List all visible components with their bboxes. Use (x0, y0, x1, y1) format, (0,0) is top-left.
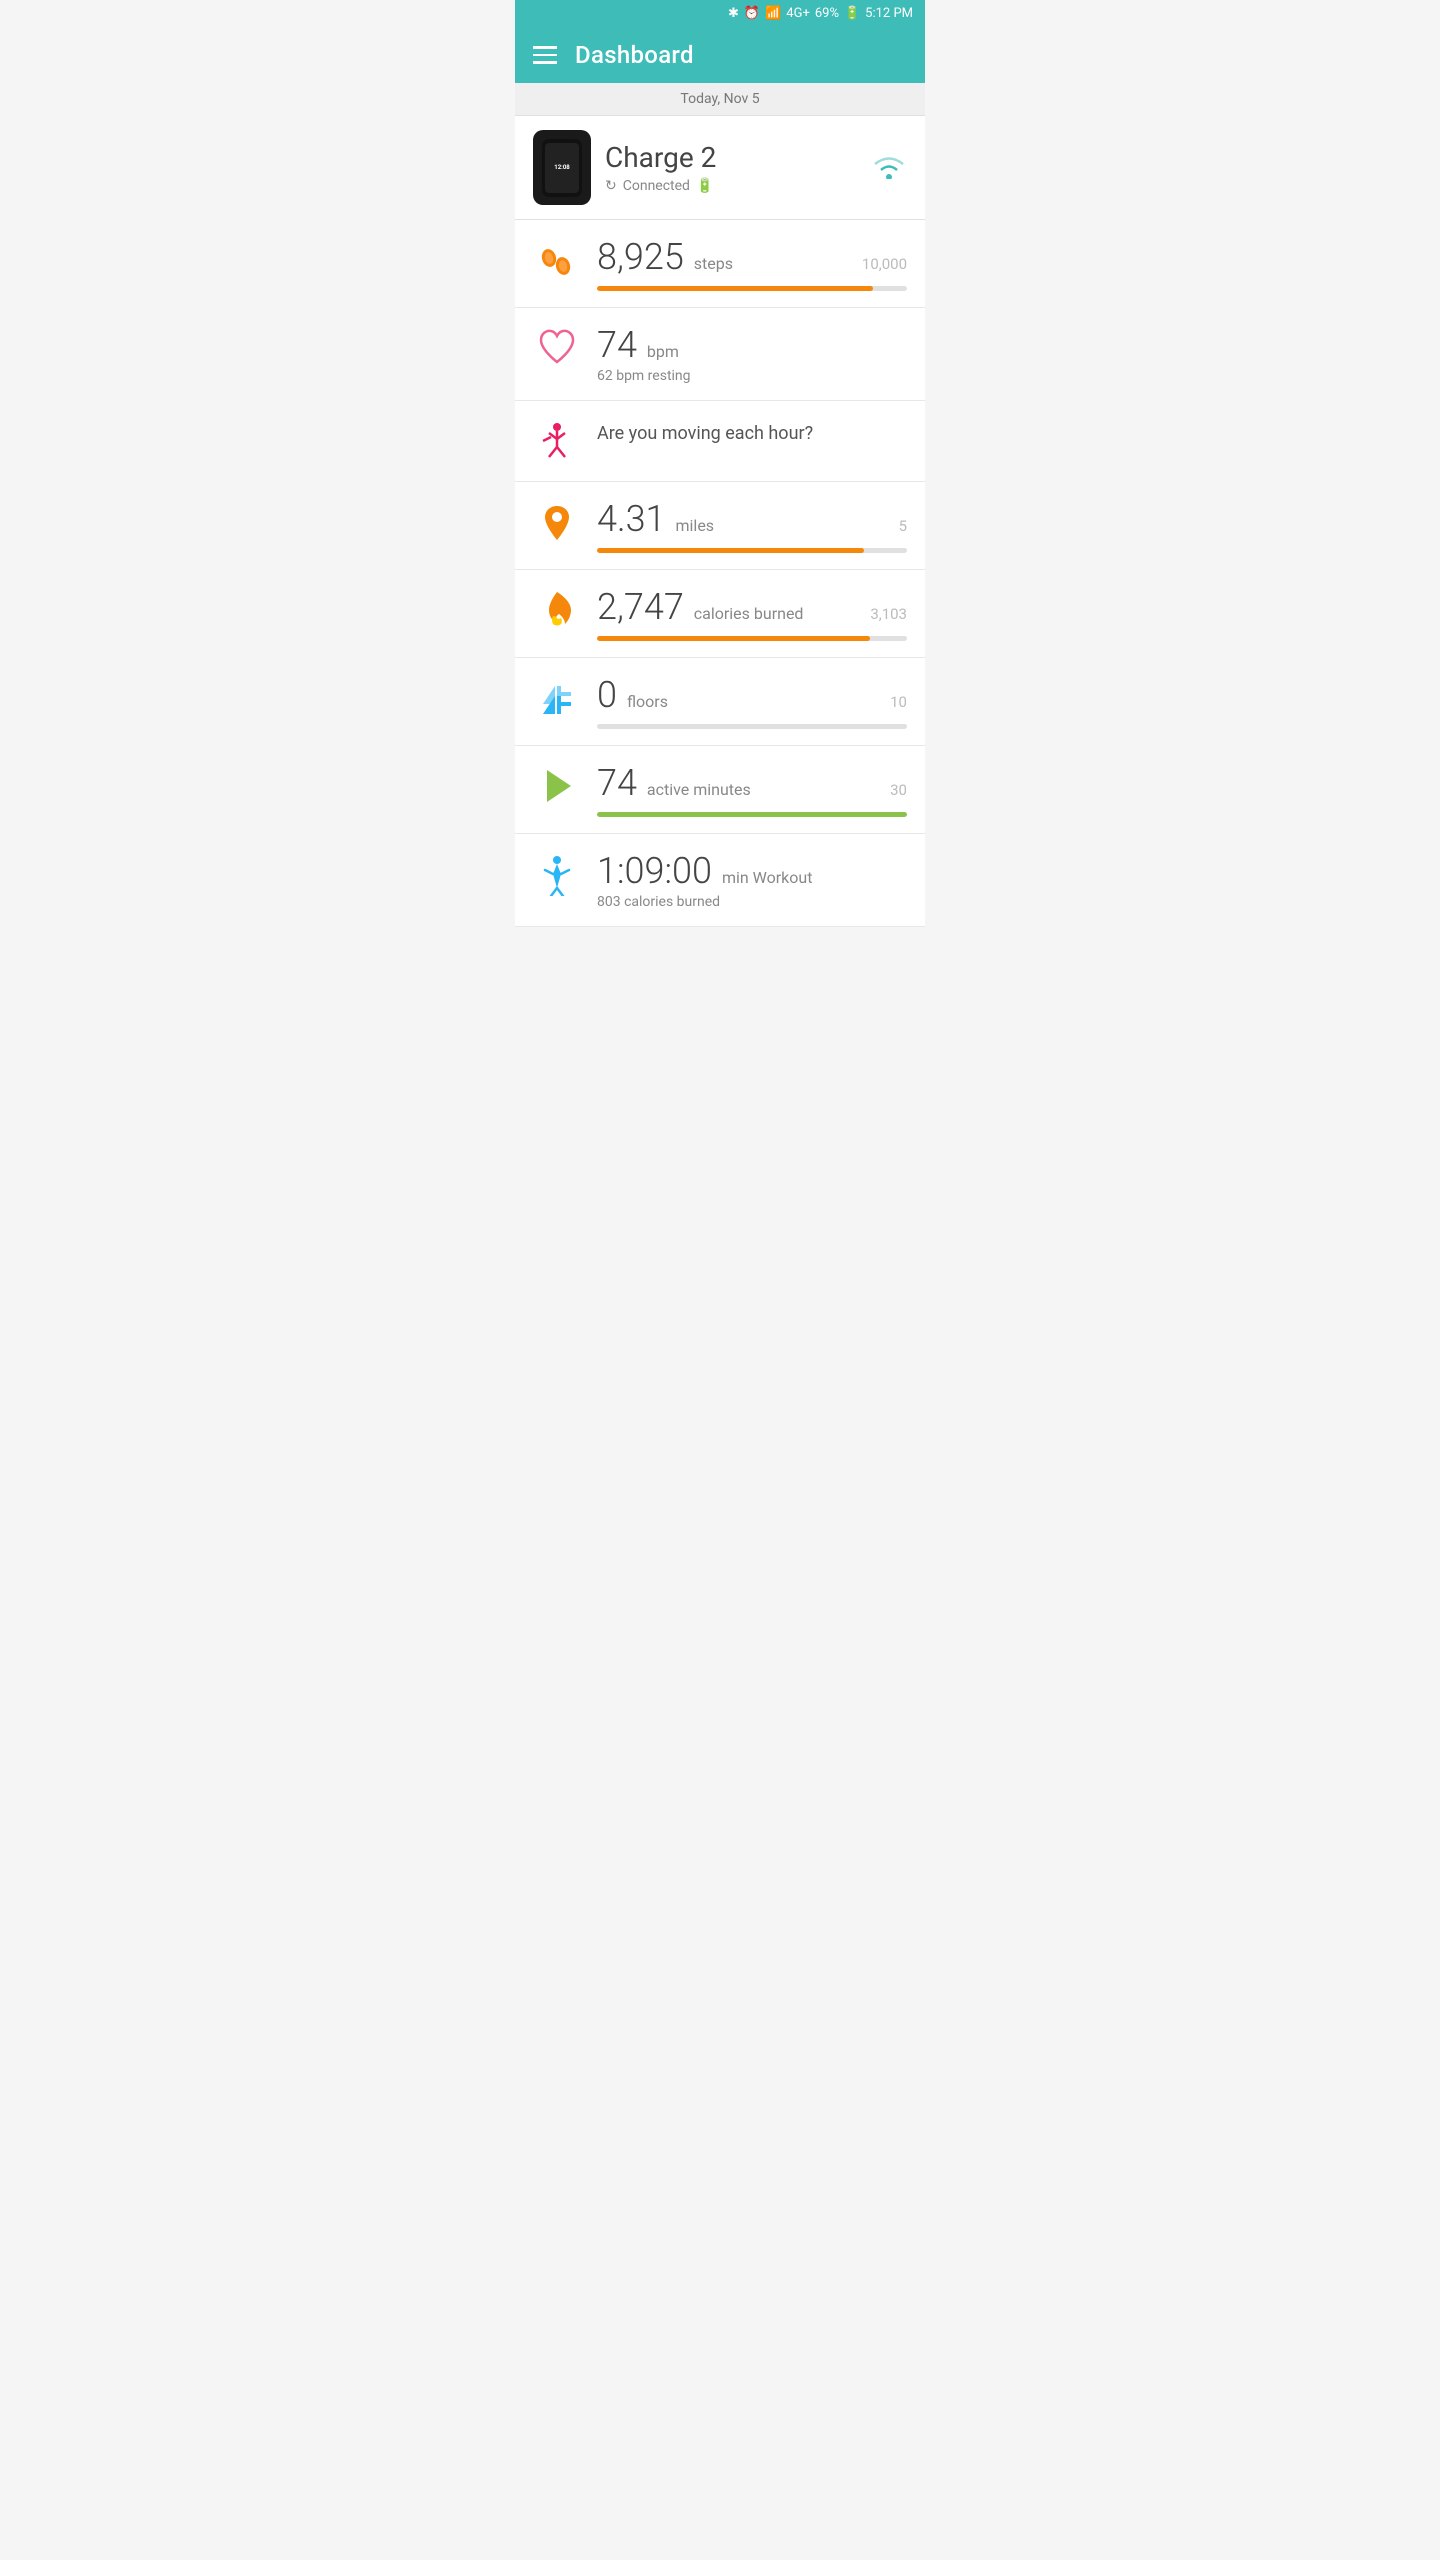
steps-value: 8,925 (597, 236, 684, 278)
workout-icon (533, 850, 581, 898)
alarm-icon: ⏰ (744, 6, 760, 21)
steps-content: 8,925 steps 10,000 (597, 236, 907, 291)
distance-goal: 5 (899, 517, 907, 535)
floors-value: 0 (597, 674, 617, 716)
current-date: Today, Nov 5 (680, 91, 759, 107)
app-header: Dashboard (515, 27, 925, 83)
heart-icon (533, 324, 581, 372)
workout-content: 1:09:00 min Workout 803 calories burned (597, 850, 907, 910)
menu-line-2 (533, 54, 557, 57)
calories-unit: calories burned (694, 604, 804, 623)
calories-value: 2,747 (597, 586, 684, 628)
connection-status: Connected (623, 178, 690, 194)
device-image: 12:08 (533, 130, 591, 205)
status-bar: ✱ ⏰ 📶 4G+ 69% 🔋 5:12 PM (515, 0, 925, 27)
move-question: Are you moving each hour? (597, 417, 907, 444)
device-card[interactable]: 12:08 Charge 2 ↻ Connected 🔋 (515, 116, 925, 220)
location-icon (533, 498, 581, 546)
signal-strength: 4G+ (786, 6, 810, 21)
calories-progress-container (597, 636, 907, 641)
calories-goal: 3,103 (870, 605, 907, 623)
clock-time: 5:12 PM (865, 6, 913, 21)
steps-icon (533, 236, 581, 284)
device-battery-icon: 🔋 (696, 178, 713, 194)
menu-line-1 (533, 46, 557, 49)
heart-content: 74 bpm 62 bpm resting (597, 324, 907, 384)
battery-icon: 🔋 (844, 6, 860, 21)
active-content: 74 active minutes 30 (597, 762, 907, 817)
active-icon (533, 762, 581, 810)
distance-content: 4.31 miles 5 (597, 498, 907, 553)
move-metric[interactable]: Are you moving each hour? (515, 401, 925, 482)
watch-time: 12:08 (554, 164, 569, 171)
bluetooth-icon: ✱ (728, 6, 739, 21)
distance-progress-bar (597, 548, 864, 553)
watch-screen: 12:08 (545, 143, 579, 193)
move-content: Are you moving each hour? (597, 417, 907, 444)
calories-metric[interactable]: 2,747 calories burned 3,103 (515, 570, 925, 658)
active-minutes-metric[interactable]: 74 active minutes 30 (515, 746, 925, 834)
floors-goal: 10 (890, 693, 907, 711)
device-name: Charge 2 (605, 141, 716, 174)
battery-level: 69% (815, 6, 839, 21)
workout-metric[interactable]: 1:09:00 min Workout 803 calories burned (515, 834, 925, 927)
heart-rate-metric[interactable]: 74 bpm 62 bpm resting (515, 308, 925, 401)
active-goal: 30 (890, 781, 907, 799)
device-status: ↻ Connected 🔋 (605, 178, 716, 194)
floors-metric[interactable]: 0 floors 10 (515, 658, 925, 746)
wireless-icon (871, 151, 907, 185)
calories-icon (533, 586, 581, 634)
steps-unit: steps (694, 254, 733, 273)
heart-sub: 62 bpm resting (597, 368, 907, 384)
distance-value: 4.31 (597, 498, 666, 540)
steps-metric[interactable]: 8,925 steps 10,000 (515, 220, 925, 308)
active-unit: active minutes (647, 780, 751, 799)
move-icon (533, 417, 581, 465)
floors-unit: floors (627, 692, 668, 711)
workout-unit: min Workout (722, 868, 813, 887)
status-icons: ✱ ⏰ 📶 4G+ 69% 🔋 5:12 PM (728, 6, 913, 21)
wifi-icon: 📶 (765, 6, 781, 21)
steps-progress-container (597, 286, 907, 291)
active-progress-bar (597, 812, 907, 817)
date-bar: Today, Nov 5 (515, 83, 925, 116)
heart-value: 74 (597, 324, 637, 366)
heart-unit: bpm (647, 342, 679, 361)
menu-line-3 (533, 61, 557, 64)
steps-progress-bar (597, 286, 873, 291)
distance-unit: miles (676, 516, 715, 535)
steps-goal: 10,000 (862, 255, 907, 273)
workout-sub: 803 calories burned (597, 894, 907, 910)
calories-content: 2,747 calories burned 3,103 (597, 586, 907, 641)
menu-button[interactable] (533, 46, 557, 64)
workout-value: 1:09:00 (597, 850, 712, 892)
floors-content: 0 floors 10 (597, 674, 907, 729)
page-title: Dashboard (575, 41, 694, 69)
calories-progress-bar (597, 636, 870, 641)
floors-progress-container (597, 724, 907, 729)
distance-metric[interactable]: 4.31 miles 5 (515, 482, 925, 570)
active-progress-container (597, 812, 907, 817)
distance-progress-container (597, 548, 907, 553)
active-value: 74 (597, 762, 637, 804)
sync-icon: ↻ (605, 178, 617, 194)
floors-icon (533, 674, 581, 722)
